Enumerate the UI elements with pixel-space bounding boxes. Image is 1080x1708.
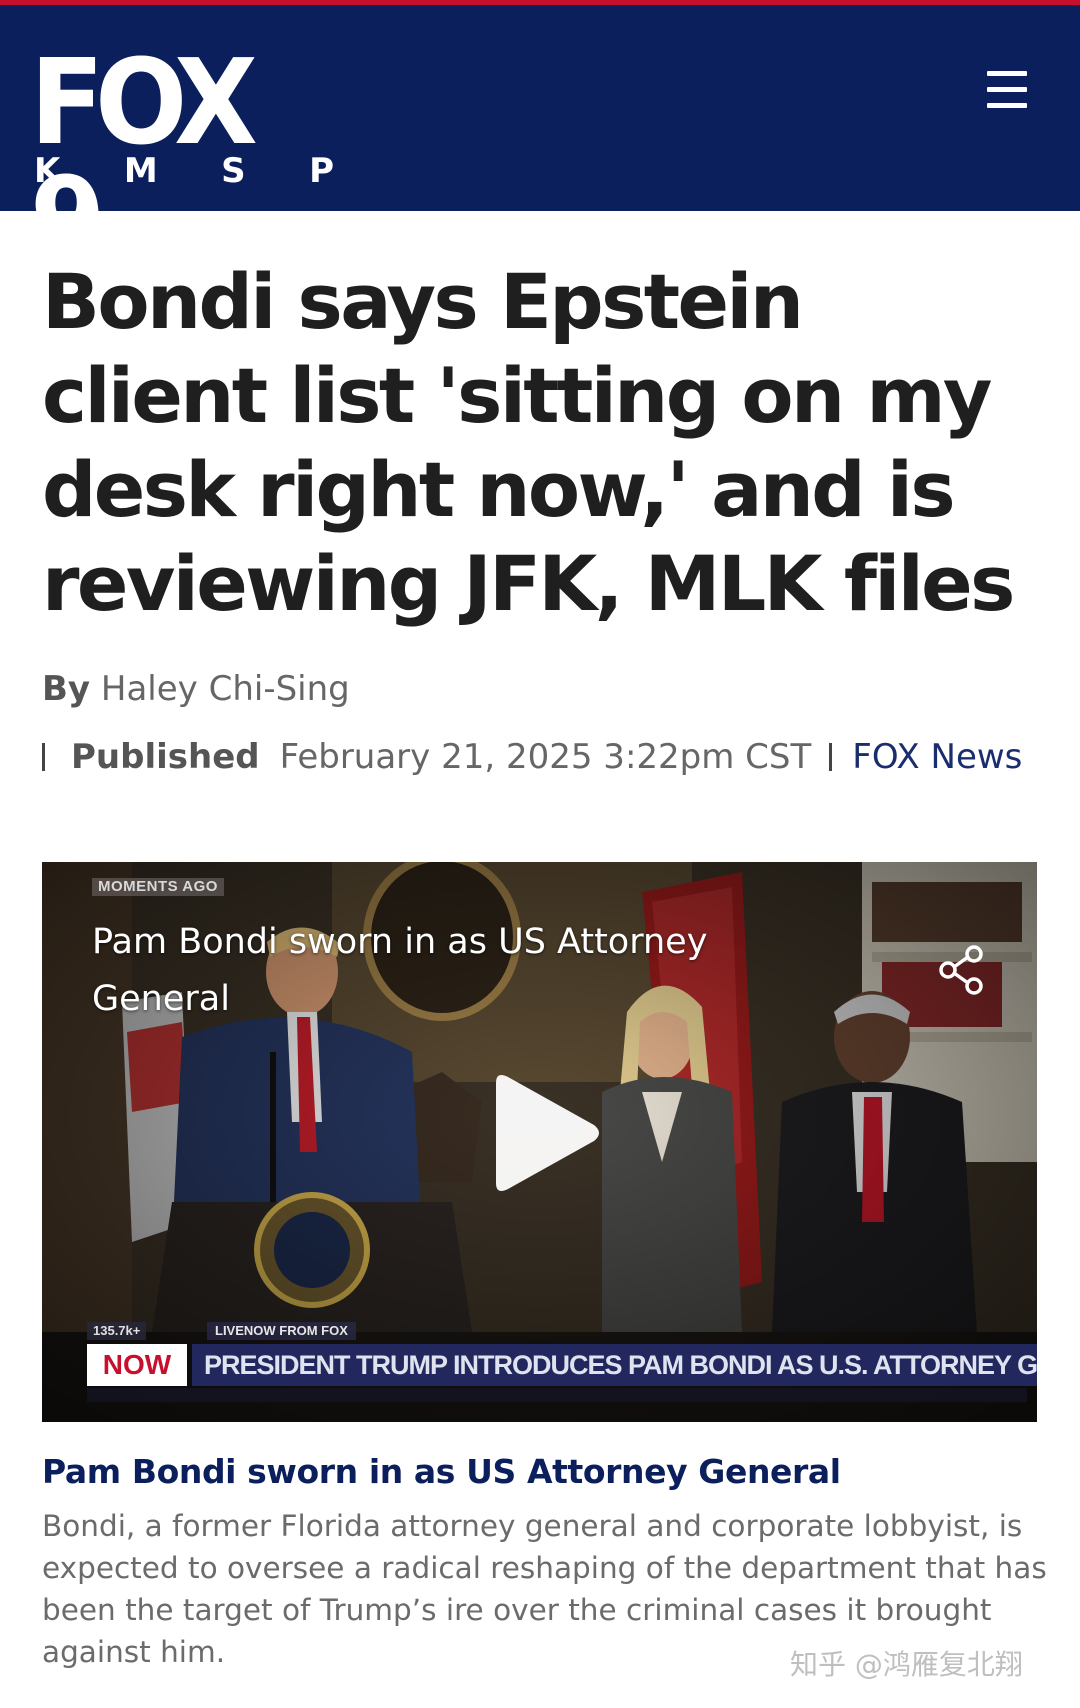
byline-label: By bbox=[42, 669, 91, 709]
video-player[interactable]: MOMENTS AGO Pam Bondi sworn in as US Att… bbox=[42, 862, 1037, 1422]
article-headline: Bondi says Epstein client list 'sitting … bbox=[42, 257, 1015, 628]
meta-divider bbox=[42, 743, 45, 771]
published-label: Published bbox=[71, 737, 260, 777]
meta-divider bbox=[829, 743, 833, 771]
news-banner: PRESIDENT TRUMP INTRODUCES PAM BONDI AS … bbox=[192, 1344, 1037, 1386]
moments-ago-tag: MOMENTS AGO bbox=[92, 878, 224, 896]
live-now-badge: NOW bbox=[87, 1344, 187, 1386]
logo-callsign: K M S P bbox=[34, 151, 334, 191]
play-icon[interactable] bbox=[466, 1065, 606, 1205]
logo-letter: P bbox=[309, 151, 334, 191]
share-icon[interactable] bbox=[934, 942, 990, 998]
video-title-overlay: Pam Bondi sworn in as US Attorney Genera… bbox=[92, 922, 708, 1019]
view-count: 135.7k+ bbox=[87, 1322, 147, 1340]
logo-letter: S bbox=[221, 151, 246, 191]
livenow-tag: LIVENOW FROM FOX bbox=[207, 1322, 356, 1340]
hamburger-menu-icon[interactable] bbox=[985, 67, 1031, 113]
author-name[interactable]: Haley Chi-Sing bbox=[101, 669, 350, 709]
zhihu-watermark: 知乎 @鸿雁复北翔 bbox=[790, 1648, 1023, 1681]
byline: By Haley Chi-Sing bbox=[42, 664, 350, 714]
published-date: February 21, 2025 3:22pm CST bbox=[279, 737, 812, 777]
video-caption-title[interactable]: Pam Bondi sworn in as US Attorney Genera… bbox=[42, 1447, 1042, 1497]
article-meta: Published February 21, 2025 3:22pm CST FOX… bbox=[42, 732, 1072, 782]
logo-letter: M bbox=[123, 151, 158, 191]
fox9-logo[interactable]: FOX 9 K M S P bbox=[30, 43, 334, 279]
news-ticker bbox=[87, 1388, 1027, 1402]
source-link[interactable]: FOX News bbox=[852, 737, 1022, 777]
news-lower-third: 135.7k+ LIVENOW FROM FOX NOW PRESIDENT T… bbox=[87, 1322, 1037, 1402]
site-header: FOX 9 K M S P bbox=[0, 5, 1080, 279]
logo-letter: K bbox=[34, 151, 61, 191]
